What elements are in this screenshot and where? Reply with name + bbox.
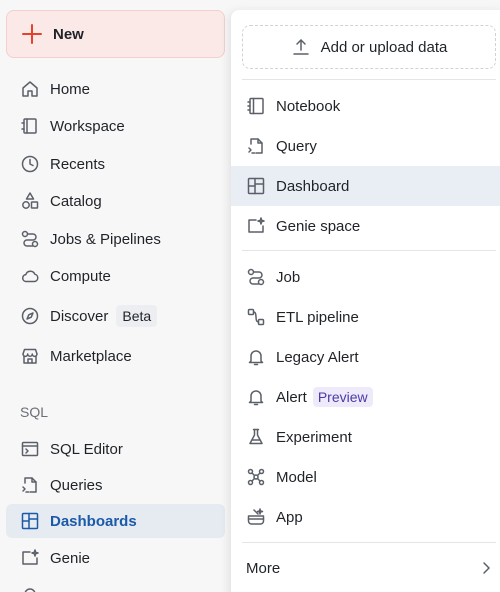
sidebar-item-sql-editor[interactable]: SQL Editor: [6, 432, 225, 466]
upload-label: Add or upload data: [320, 38, 448, 56]
app-root: New Home Workspace Recents Catalog Jobs …: [0, 0, 500, 592]
chevron-right-icon: [483, 562, 490, 574]
menu-divider: [242, 542, 496, 543]
query-file-icon: [20, 475, 40, 495]
sql-section-label: SQL: [20, 404, 49, 420]
sql-editor-icon: [20, 439, 40, 459]
new-button-label: New: [53, 25, 84, 43]
menu-item-label: More: [246, 559, 281, 577]
sidebar-item-jobs-pipelines[interactable]: Jobs & Pipelines: [6, 222, 225, 256]
sidebar-item-alerts-partial[interactable]: [6, 578, 225, 592]
bell-icon: [246, 387, 266, 407]
sidebar-item-marketplace[interactable]: Marketplace: [6, 339, 225, 373]
menu-item-label: Model: [276, 468, 317, 486]
preview-badge: Preview: [312, 387, 373, 407]
flask-icon: [246, 427, 266, 447]
sidebar-item-compute[interactable]: Compute: [6, 259, 225, 293]
query-file-icon: [246, 136, 266, 156]
catalog-icon: [20, 191, 40, 211]
compass-icon: [20, 306, 40, 326]
menu-item-label: Dashboard: [276, 177, 350, 195]
sidebar-item-label: SQL Editor: [50, 440, 123, 458]
pipeline-icon: [246, 307, 266, 327]
menu-item-alert[interactable]: Alert Preview: [231, 377, 500, 417]
sidebar-item-label: Dashboards: [50, 512, 137, 530]
sidebar-item-discover[interactable]: Discover Beta: [6, 299, 225, 333]
menu-divider: [242, 250, 496, 251]
menu-divider: [242, 79, 496, 80]
menu-item-dashboard[interactable]: Dashboard: [231, 166, 500, 206]
app-icon: [246, 507, 266, 527]
beta-badge: Beta: [116, 305, 158, 327]
menu-item-more[interactable]: More: [231, 548, 500, 588]
menu-item-query[interactable]: Query: [231, 126, 500, 166]
menu-item-etl-pipeline[interactable]: ETL pipeline: [231, 297, 500, 337]
menu-item-label: Notebook: [276, 97, 341, 115]
sidebar-item-label: Discover: [50, 307, 109, 325]
menu-item-label: Job: [276, 268, 301, 286]
menu-item-genie-space[interactable]: Genie space: [231, 206, 500, 246]
menu-item-notebook[interactable]: Notebook: [231, 86, 500, 126]
menu-item-label: Legacy Alert: [276, 348, 359, 366]
sidebar-item-label: Marketplace: [50, 347, 132, 365]
sidebar-item-label: Compute: [50, 267, 111, 285]
bell-icon: [20, 585, 40, 592]
sidebar-item-dashboards[interactable]: Dashboards: [6, 504, 225, 538]
storefront-icon: [20, 346, 40, 366]
sidebar-item-label: Queries: [50, 476, 103, 494]
add-upload-data-button[interactable]: Add or upload data: [242, 25, 496, 69]
notebook-icon: [246, 96, 266, 116]
menu-item-model[interactable]: Model: [231, 457, 500, 497]
menu-item-label: Genie space: [276, 217, 361, 235]
menu-item-experiment[interactable]: Experiment: [231, 417, 500, 457]
workflow-icon: [246, 267, 266, 287]
sidebar-item-label: Jobs & Pipelines: [50, 230, 161, 248]
new-button[interactable]: New: [6, 10, 225, 58]
sidebar-item-label: Recents: [50, 155, 106, 173]
sidebar-item-label: Home: [50, 80, 91, 98]
menu-item-label: App: [276, 508, 303, 526]
sidebar-item-label: Genie: [50, 549, 91, 567]
clock-icon: [20, 154, 40, 174]
plus-icon: [22, 24, 42, 44]
menu-item-job[interactable]: Job: [231, 257, 500, 297]
dashboard-icon: [246, 176, 266, 196]
menu-item-label: Experiment: [276, 428, 352, 446]
genie-icon: [20, 548, 40, 568]
new-dropdown-menu: Add or upload data Notebook Query Dashbo…: [231, 10, 500, 592]
genie-icon: [246, 216, 266, 236]
menu-item-label: Query: [276, 137, 317, 155]
menu-item-label: Alert: [276, 388, 307, 406]
sidebar-item-catalog[interactable]: Catalog: [6, 184, 225, 218]
workflow-icon: [20, 229, 40, 249]
sidebar-item-label: Catalog: [50, 192, 102, 210]
menu-item-app[interactable]: App: [231, 497, 500, 537]
sidebar-item-home[interactable]: Home: [6, 72, 225, 106]
model-icon: [246, 467, 266, 487]
menu-item-label: ETL pipeline: [276, 308, 359, 326]
sidebar-item-queries[interactable]: Queries: [6, 468, 225, 502]
sidebar: New Home Workspace Recents Catalog Jobs …: [0, 0, 232, 592]
bell-icon: [246, 347, 266, 367]
dashboard-icon: [20, 511, 40, 531]
workspace-icon: [20, 116, 40, 136]
home-icon: [20, 79, 40, 99]
cloud-icon: [20, 266, 40, 286]
sidebar-item-label: Workspace: [50, 117, 125, 135]
sidebar-item-recents[interactable]: Recents: [6, 147, 225, 181]
sidebar-item-workspace[interactable]: Workspace: [6, 109, 225, 143]
sidebar-item-genie[interactable]: Genie: [6, 541, 225, 575]
upload-icon: [291, 37, 311, 57]
menu-item-legacy-alert[interactable]: Legacy Alert: [231, 337, 500, 377]
